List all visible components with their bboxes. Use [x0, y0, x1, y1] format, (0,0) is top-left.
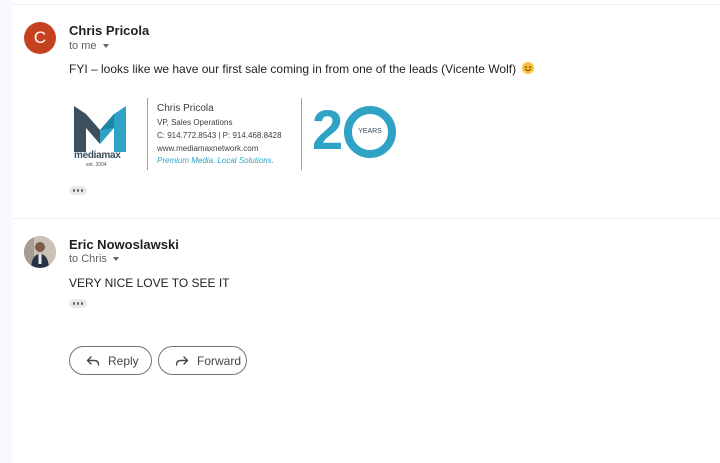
dot: [76, 302, 80, 305]
left-panel-edge: [0, 0, 12, 463]
forward-icon: [175, 355, 189, 366]
reply-button[interactable]: Reply: [69, 346, 152, 375]
signature-tagline: Premium Media. Local Solutions.: [157, 156, 274, 165]
anniversary-two: 2: [312, 98, 344, 161]
smile-emoji-icon: [522, 62, 535, 74]
recipients-label: to Chris: [69, 253, 107, 265]
top-divider: [12, 4, 720, 5]
chevron-down-icon: [102, 44, 109, 48]
sender-name[interactable]: Chris Pricola: [69, 23, 149, 38]
signature-title: VP, Sales Operations: [157, 118, 233, 127]
message-body: VERY NICE LOVE TO SEE IT: [69, 276, 230, 290]
anniversary-badge: 2 20 YEARS: [312, 100, 400, 160]
signature-divider: [301, 98, 302, 170]
signature-divider: [147, 98, 148, 170]
sender-name[interactable]: Eric Nowoslawski: [69, 237, 179, 252]
anniversary-word: YEARS: [358, 128, 382, 135]
sender-avatar-photo[interactable]: [24, 236, 56, 268]
dot: [72, 302, 76, 305]
logo-est: est. 2004: [86, 162, 107, 168]
dot: [72, 189, 76, 192]
message-divider: [12, 218, 720, 219]
recipients-toggle[interactable]: to me: [69, 40, 109, 52]
reply-label: Reply: [108, 353, 139, 368]
sender-avatar[interactable]: C: [24, 22, 56, 54]
message-body-text: FYI – looks like we have our first sale …: [69, 62, 517, 76]
signature-phones: C: 914.772.8543 | P: 914.468.8428: [157, 131, 282, 140]
avatar-letter: C: [33, 28, 47, 47]
dot: [80, 302, 84, 305]
logo-wordmark: mediamax: [74, 150, 121, 161]
message-body: FYI – looks like we have our first sale …: [69, 62, 535, 76]
recipients-label: to me: [69, 40, 97, 52]
dot: [80, 189, 84, 192]
forward-button[interactable]: Forward: [158, 346, 247, 375]
chevron-down-icon: [112, 257, 119, 261]
reply-icon: [86, 355, 100, 366]
show-trimmed-content-button[interactable]: [69, 299, 87, 308]
recipients-toggle[interactable]: to Chris: [69, 253, 119, 265]
signature-name: Chris Pricola: [157, 103, 214, 114]
mediamax-logo: mediamax est. 2004: [72, 100, 128, 170]
forward-label: Forward: [197, 353, 242, 368]
dot: [76, 189, 80, 192]
signature-website[interactable]: www.mediamaxnetwork.com: [157, 144, 258, 153]
show-trimmed-content-button[interactable]: [69, 186, 87, 195]
